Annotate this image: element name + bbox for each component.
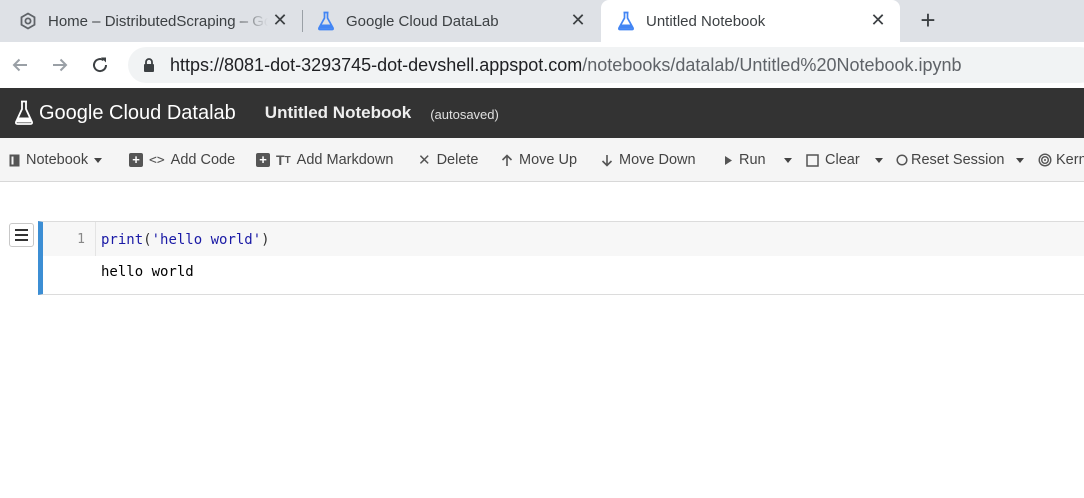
address-bar[interactable]: https://8081-dot-3293745-dot-devshell.ap…: [128, 47, 1084, 83]
add-code-label: Add Code: [170, 152, 236, 168]
browser-tab-untitled-notebook[interactable]: Untitled Notebook ✕: [601, 0, 900, 42]
flask-icon: [317, 11, 335, 31]
clear-dropdown-button[interactable]: [869, 138, 883, 182]
reset-session-button[interactable]: Reset Session: [896, 138, 1005, 182]
kernel-button[interactable]: Kernel: [1038, 138, 1084, 182]
circle-icon: [896, 154, 908, 166]
arrow-down-icon: [601, 154, 613, 167]
flask-icon: [617, 11, 635, 31]
kernel-label: Kernel: [1056, 152, 1084, 168]
reset-session-dropdown-button[interactable]: [1010, 138, 1024, 182]
tab-label: Home – DistributedScraping – Google Clou…: [48, 12, 268, 30]
close-icon[interactable]: ✕: [272, 11, 288, 29]
move-down-button[interactable]: Move Down: [601, 138, 696, 182]
close-icon[interactable]: ✕: [870, 11, 886, 29]
code-cell[interactable]: 1 print('hello world') hello world: [38, 221, 1084, 295]
run-button[interactable]: Run: [724, 138, 766, 182]
clear-label: Clear: [825, 152, 860, 168]
x-icon: ✕: [418, 152, 431, 169]
caret-down-icon: [94, 157, 103, 163]
browser-tab-datalab[interactable]: Google Cloud DataLab ✕: [303, 0, 600, 42]
code-paren-close: ): [261, 232, 270, 248]
save-status: (autosaved): [430, 106, 499, 122]
reset-session-label: Reset Session: [911, 152, 1005, 168]
url-path: /notebooks/datalab/Untitled%20Notebook.i…: [582, 54, 962, 75]
notebook-toolbar: Notebook + <> Add Code + TT Add Markdown…: [0, 138, 1084, 182]
notebook-label: Notebook: [26, 152, 89, 168]
browser-toolbar: https://8081-dot-3293745-dot-devshell.ap…: [0, 42, 1084, 88]
notebook-icon: [9, 154, 20, 167]
add-markdown-label: Add Markdown: [296, 152, 394, 168]
arrow-up-icon: [501, 153, 513, 167]
browser-tab-strip: Home – DistributedScraping – Google Clou…: [0, 0, 1084, 42]
clear-button[interactable]: Clear: [806, 138, 860, 182]
code-paren-open: (: [143, 232, 152, 248]
caret-down-icon: [784, 157, 792, 163]
tab-label: Untitled Notebook: [646, 12, 766, 30]
gcp-hexagon-icon: [19, 12, 37, 30]
notebook-menu-button[interactable]: Notebook: [9, 138, 103, 182]
notebook-title[interactable]: Untitled Notebook: [265, 103, 411, 123]
text-size-icon: TT: [276, 152, 291, 168]
caret-down-icon: [875, 157, 883, 163]
delete-label: Delete: [436, 152, 479, 168]
code-brackets-icon: <>: [149, 152, 165, 168]
datalab-logo-icon: [15, 100, 33, 125]
reload-icon[interactable]: [87, 52, 113, 78]
forward-arrow-icon[interactable]: [47, 52, 73, 78]
new-tab-plus-icon[interactable]: +: [914, 7, 942, 35]
back-arrow-icon[interactable]: [7, 52, 33, 78]
url-host: https://8081-dot-3293745-dot-devshell.ap…: [170, 54, 583, 75]
cell-menu-hamburger-icon[interactable]: [9, 223, 34, 247]
datalab-header: Google Cloud Datalab Untitled Notebook (…: [0, 88, 1084, 138]
code-string: 'hello world': [151, 232, 262, 248]
datalab-brand[interactable]: Google Cloud Datalab: [14, 100, 236, 126]
brand-name: Google Cloud Datalab: [39, 101, 236, 124]
kernel-spiral-icon: [1038, 153, 1052, 167]
code-editor[interactable]: 1 print('hello world'): [43, 222, 1084, 256]
move-up-button[interactable]: Move Up: [501, 138, 577, 182]
square-icon: [806, 153, 819, 167]
play-icon: [724, 155, 733, 166]
tab-label: Google Cloud DataLab: [346, 12, 499, 30]
run-dropdown-button[interactable]: [778, 138, 792, 182]
move-up-label: Move Up: [519, 152, 578, 168]
plus-square-icon: +: [256, 153, 270, 167]
add-code-button[interactable]: + <> Add Code: [129, 138, 235, 182]
plus-square-icon: +: [129, 153, 143, 167]
delete-button[interactable]: ✕ Delete: [418, 138, 479, 182]
add-markdown-button[interactable]: + TT Add Markdown: [256, 138, 393, 182]
code-line: print('hello world'): [101, 222, 270, 256]
cell-output: hello world: [101, 264, 194, 280]
run-label: Run: [739, 152, 766, 168]
close-icon[interactable]: ✕: [570, 11, 586, 29]
lock-icon: [142, 57, 158, 73]
code-function: print: [101, 232, 144, 248]
browser-tab-home[interactable]: Home – DistributedScraping – Google Clou…: [0, 0, 302, 42]
caret-down-icon: [1016, 157, 1024, 163]
line-number: 1: [43, 222, 96, 256]
move-down-label: Move Down: [619, 152, 696, 168]
